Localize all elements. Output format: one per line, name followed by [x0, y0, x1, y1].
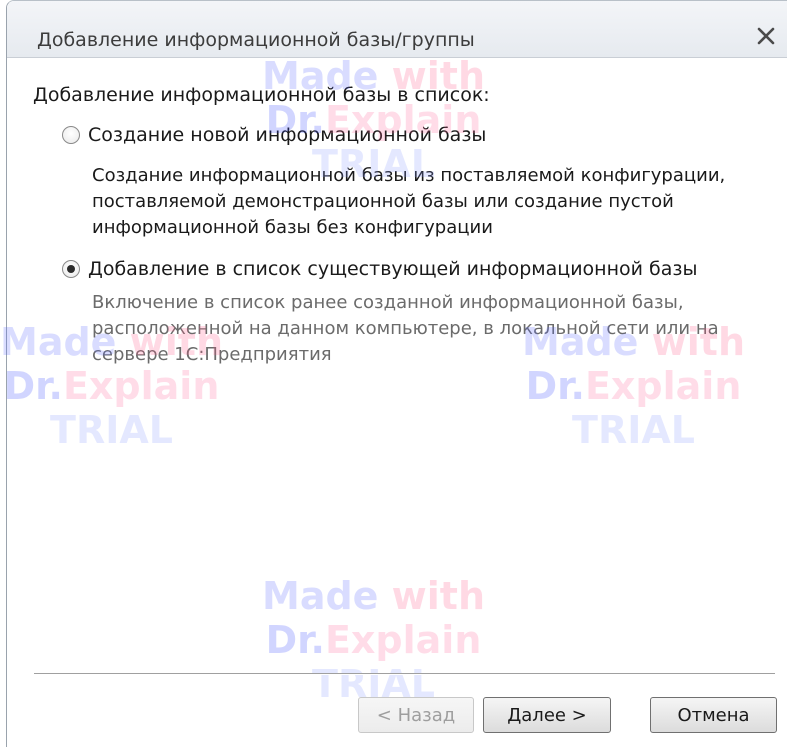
dialog-window: Добавление информационной базы/группы До…: [0, 0, 787, 747]
next-button[interactable]: Далее >: [483, 697, 611, 733]
description-add-existing: Включение в список ранее созданной инфор…: [92, 290, 782, 368]
radio-button-icon[interactable]: [62, 126, 80, 144]
radio-create-new-infobase[interactable]: Создание новой информационной базы: [62, 121, 486, 149]
description-line: Создание информационной базы из поставля…: [92, 165, 726, 186]
radio-label-create-new: Создание новой информационной базы: [88, 124, 487, 146]
close-icon[interactable]: [753, 23, 779, 49]
description-line: поставляемой демонстрационной базы или с…: [92, 191, 674, 212]
radio-add-existing-infobase[interactable]: Добавление в список существующей информа…: [62, 255, 698, 283]
back-button[interactable]: < Назад: [358, 697, 474, 733]
description-create-new: Создание информационной базы из поставля…: [92, 163, 782, 241]
radio-button-selected-icon[interactable]: [62, 260, 80, 278]
radio-label-add-existing: Добавление в список существующей информа…: [88, 258, 698, 280]
title-bar[interactable]: Добавление информационной базы/группы: [7, 1, 787, 58]
window-title: Добавление информационной базы/группы: [37, 29, 475, 51]
description-line: расположенной на данном компьютере, в ло…: [92, 318, 719, 339]
section-heading: Добавление информационной базы в список:: [33, 84, 490, 106]
description-line: Включение в список ранее созданной инфор…: [92, 292, 684, 313]
window-frame: [6, 0, 787, 747]
description-line: сервере 1С:Предприятия: [92, 344, 332, 365]
description-line: информационной базы без конфигурации: [92, 217, 493, 238]
cancel-button[interactable]: Отмена: [650, 697, 777, 733]
footer-separator: [34, 673, 775, 675]
